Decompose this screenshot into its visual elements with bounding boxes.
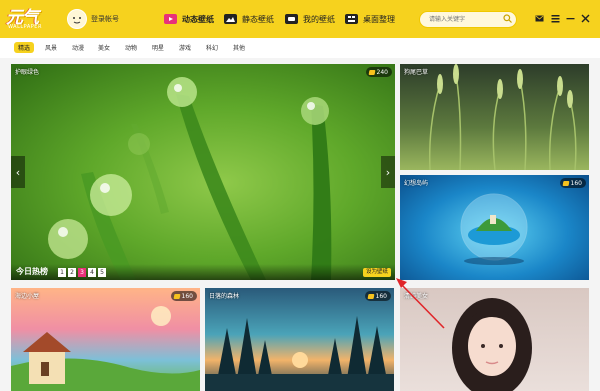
desktop-organize-icon bbox=[345, 14, 358, 24]
page-dot-3[interactable]: 3 bbox=[78, 268, 86, 277]
wallpaper-card-sunset-forest[interactable]: 日落的森林 160 bbox=[205, 288, 394, 391]
page-dot-1[interactable]: 1 bbox=[58, 268, 66, 277]
app-window: 元气 WALLPAPER 登录帐号 动态壁纸 静态壁纸 我的壁纸 桌面整理 请输… bbox=[0, 0, 600, 391]
nav-label: 桌面整理 bbox=[363, 14, 395, 24]
price-badge: 240 bbox=[365, 67, 392, 77]
mail-icon[interactable] bbox=[535, 14, 544, 23]
price-value: 160 bbox=[181, 292, 193, 300]
card-title: 清纯美女 bbox=[404, 293, 429, 300]
video-icon bbox=[164, 14, 177, 24]
price-value: 240 bbox=[376, 68, 388, 76]
category-anime[interactable]: 动漫 bbox=[72, 43, 84, 52]
next-button[interactable]: › bbox=[381, 156, 395, 188]
image-icon bbox=[224, 14, 237, 24]
category-selected[interactable]: 精选 bbox=[14, 42, 35, 53]
nav-static-wallpaper[interactable]: 静态壁纸 bbox=[224, 12, 274, 26]
sunset-forest-image bbox=[205, 316, 394, 391]
search-icon[interactable] bbox=[503, 14, 512, 23]
category-other[interactable]: 其他 bbox=[233, 43, 245, 52]
wallpaper-grid: 护眼绿色 240 ‹ › 今日热榜 1 2 3 4 5 设为壁纸 狗尾巴草 幻想… bbox=[0, 58, 600, 391]
foxtail-grass-image bbox=[428, 64, 577, 170]
page-dot-2[interactable]: 2 bbox=[68, 268, 76, 277]
coin-icon bbox=[367, 293, 374, 299]
price-badge: 160 bbox=[170, 291, 197, 301]
portrait-image bbox=[452, 298, 532, 391]
prev-button[interactable]: ‹ bbox=[11, 156, 25, 188]
hot-list-label: 今日热榜 bbox=[16, 267, 48, 276]
wallpaper-card-pure-girl[interactable]: 清纯美女 bbox=[400, 288, 589, 391]
dew-grass-image bbox=[48, 77, 332, 280]
category-celebrity[interactable]: 明星 bbox=[152, 43, 164, 52]
coin-icon bbox=[368, 69, 375, 75]
category-beauty[interactable]: 美女 bbox=[98, 43, 110, 52]
hot-list-bar: 今日热榜 1 2 3 4 5 设为壁纸 bbox=[11, 264, 395, 280]
gamepad-icon bbox=[285, 14, 298, 24]
card-title: 海边小屋 bbox=[15, 293, 40, 300]
wallpaper-card-seaside-house[interactable]: 海边小屋 160 bbox=[11, 288, 200, 391]
coin-icon bbox=[562, 180, 569, 186]
category-bar: 精选 风景 动漫 美女 动物 明星 游戏 科幻 其他 bbox=[0, 38, 600, 58]
chevron-left-icon: ‹ bbox=[15, 165, 21, 179]
top-bar: 元气 WALLPAPER 登录帐号 动态壁纸 静态壁纸 我的壁纸 桌面整理 请输… bbox=[0, 0, 600, 38]
chevron-right-icon: › bbox=[385, 165, 391, 179]
avatar[interactable] bbox=[67, 9, 87, 29]
nav-my-wallpaper[interactable]: 我的壁纸 bbox=[285, 12, 335, 26]
featured-wallpaper-card[interactable]: 护眼绿色 240 ‹ › 今日热榜 1 2 3 4 5 设为壁纸 bbox=[11, 64, 395, 280]
category-landscape[interactable]: 风景 bbox=[45, 43, 57, 52]
close-icon[interactable] bbox=[581, 14, 590, 23]
wallpaper-card-fantasy-island[interactable]: 幻想岛屿 160 bbox=[400, 175, 589, 280]
nav-label: 静态壁纸 bbox=[242, 14, 274, 24]
avatar-face-icon bbox=[73, 17, 81, 24]
card-title: 日落的森林 bbox=[209, 293, 240, 300]
seaside-house-image bbox=[11, 306, 200, 391]
nav-dynamic-wallpaper[interactable]: 动态壁纸 bbox=[164, 12, 214, 26]
minimize-icon[interactable] bbox=[566, 14, 575, 23]
page-dot-5[interactable]: 5 bbox=[98, 268, 106, 277]
fantasy-island-image bbox=[460, 193, 528, 265]
price-value: 160 bbox=[570, 179, 582, 187]
app-logo: 元气 WALLPAPER bbox=[6, 5, 54, 33]
card-title: 狗尾巴草 bbox=[404, 69, 429, 76]
category-game[interactable]: 游戏 bbox=[179, 43, 191, 52]
coin-icon bbox=[173, 293, 180, 299]
price-value: 160 bbox=[375, 292, 387, 300]
nav-label: 动态壁纸 bbox=[182, 14, 214, 24]
nav-desktop-organize[interactable]: 桌面整理 bbox=[345, 12, 395, 26]
price-badge: 160 bbox=[364, 291, 391, 301]
price-badge: 160 bbox=[559, 178, 586, 188]
nav-label: 我的壁纸 bbox=[303, 14, 335, 24]
card-title: 幻想岛屿 bbox=[404, 180, 429, 187]
category-animal[interactable]: 动物 bbox=[125, 43, 137, 52]
category-scifi[interactable]: 科幻 bbox=[206, 43, 218, 52]
card-title: 护眼绿色 bbox=[15, 69, 40, 76]
logo-subtext: WALLPAPER bbox=[8, 24, 42, 30]
menu-icon[interactable] bbox=[551, 14, 560, 23]
login-link[interactable]: 登录帐号 bbox=[91, 14, 119, 24]
page-dot-4[interactable]: 4 bbox=[88, 268, 96, 277]
set-wallpaper-button[interactable]: 设为壁纸 bbox=[363, 268, 391, 277]
wallpaper-card-foxtail[interactable]: 狗尾巴草 bbox=[400, 64, 589, 170]
